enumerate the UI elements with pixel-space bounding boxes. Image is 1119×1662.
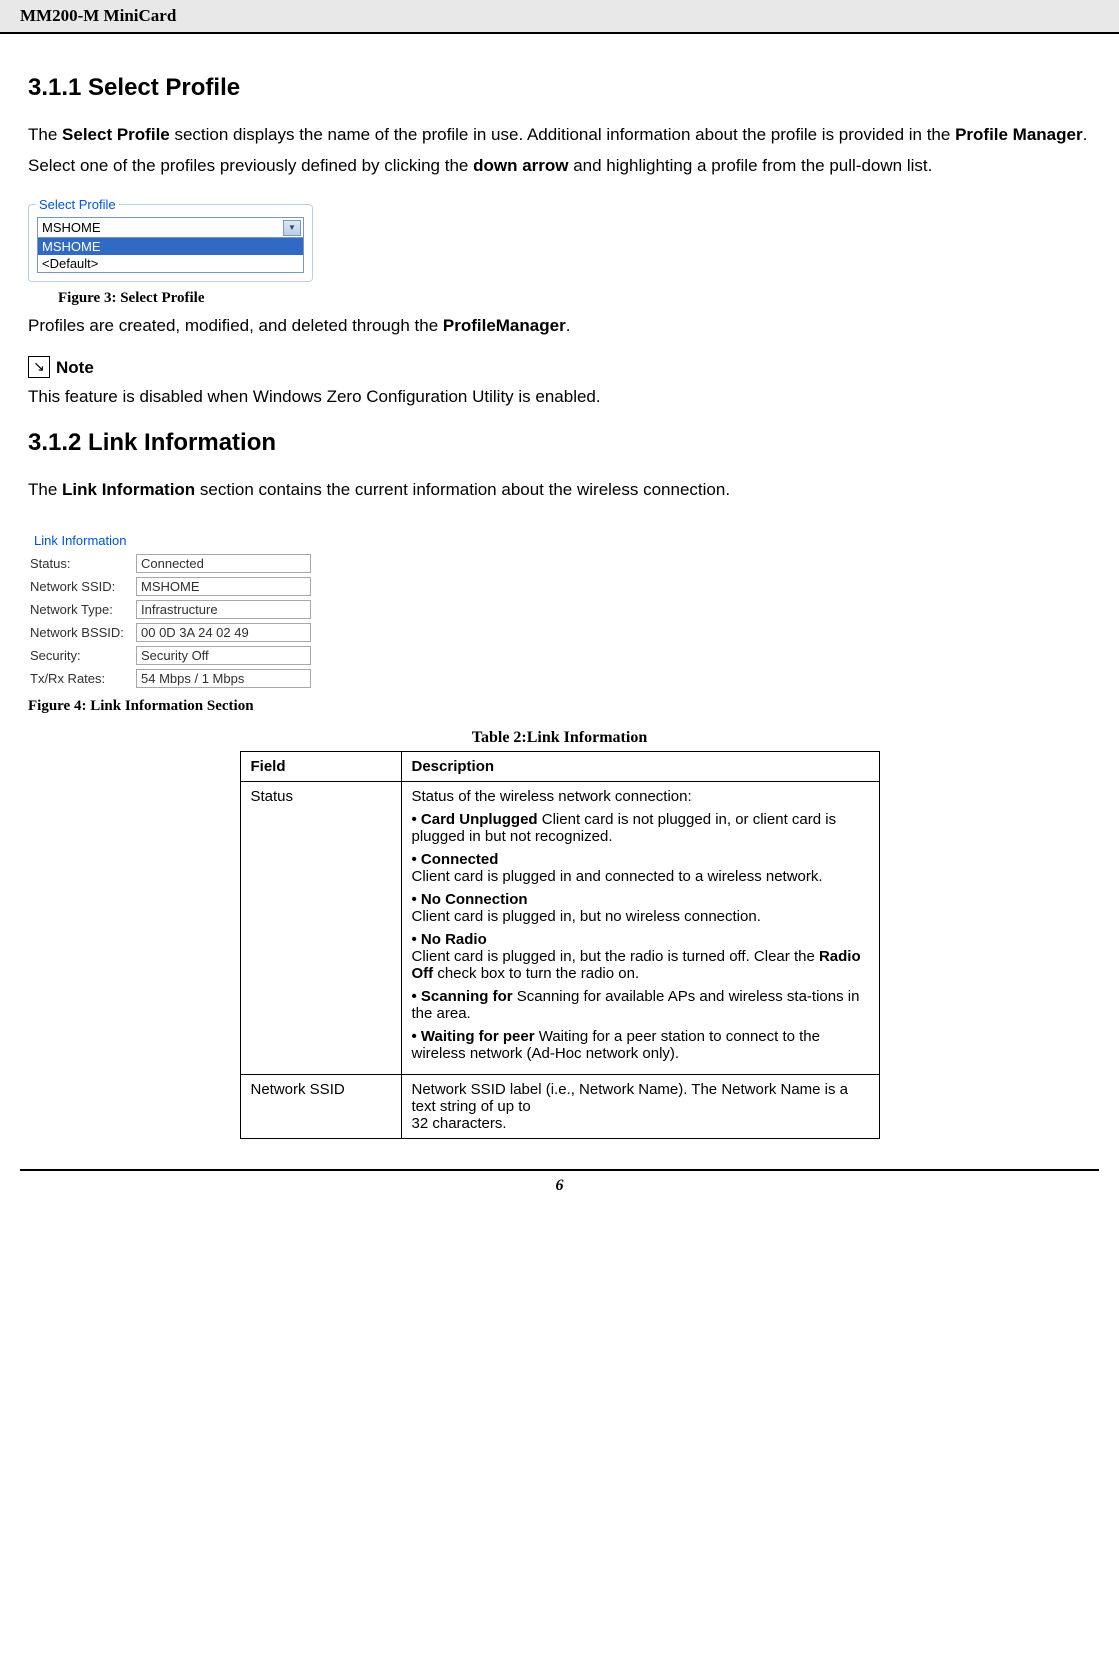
- section-311-para2: Select one of the profiles previously de…: [28, 155, 1091, 178]
- link-info-type-value: Infrastructure: [136, 600, 311, 619]
- figure-4-caption: Figure 4: Link Information Section: [28, 698, 1091, 715]
- profiles-manager-sentence: Profiles are created, modified, and dele…: [28, 315, 1091, 338]
- table-header-row: Field Description: [240, 751, 879, 781]
- link-info-status-label: Status:: [28, 554, 136, 573]
- select-profile-figure: Select Profile MSHOME ▼ MSHOME <Default>: [28, 188, 1091, 282]
- section-311-para1: The Select Profile section displays the …: [28, 124, 1091, 147]
- dropdown-selected-value: MSHOME: [42, 220, 101, 235]
- section-312-heading: 3.1.2 Link Information: [28, 429, 1091, 457]
- note-text: This feature is disabled when Windows Ze…: [28, 386, 1091, 409]
- dropdown-option-default[interactable]: <Default>: [38, 255, 303, 272]
- link-info-bssid-value: 00 0D 3A 24 02 49: [136, 623, 311, 642]
- page-content: 3.1.1 Select Profile The Select Profile …: [0, 34, 1119, 1139]
- link-info-rates-value: 54 Mbps / 1 Mbps: [136, 669, 311, 688]
- status-description-cell: Status of the wireless network connectio…: [401, 781, 879, 1074]
- link-info-security-value: Security Off: [136, 646, 311, 665]
- figure-3-caption: Figure 3: Select Profile: [58, 290, 1091, 307]
- link-information-table: Field Description Status Status of the w…: [240, 751, 880, 1139]
- note-arrow-icon: ↘: [28, 356, 50, 378]
- table-row-status: Status Status of the wireless network co…: [240, 781, 879, 1074]
- link-info-status-value: Connected: [136, 554, 311, 573]
- link-info-bssid-label: Network BSSID:: [28, 623, 136, 642]
- page-number: 6: [0, 1171, 1119, 1215]
- note-label: Note: [56, 358, 94, 378]
- dropdown-option-highlighted[interactable]: MSHOME: [38, 238, 303, 255]
- select-profile-group-label: Select Profile: [36, 197, 119, 212]
- note-row: ↘ Note: [28, 356, 1091, 378]
- document-header: MM200-M MiniCard: [0, 0, 1119, 34]
- link-information-figure: Link Information Status: Connected Netwo…: [28, 532, 318, 688]
- select-profile-dropdown[interactable]: MSHOME ▼ MSHOME <Default>: [37, 217, 304, 273]
- table-header-field: Field: [240, 751, 401, 781]
- table-header-description: Description: [401, 751, 879, 781]
- link-info-security-label: Security:: [28, 646, 136, 665]
- link-info-group-label: Link Information: [34, 533, 127, 548]
- table-row-network-ssid: Network SSID Network SSID label (i.e., N…: [240, 1074, 879, 1138]
- link-info-type-label: Network Type:: [28, 600, 136, 619]
- section-311-heading: 3.1.1 Select Profile: [28, 74, 1091, 102]
- link-info-ssid-label: Network SSID:: [28, 577, 136, 596]
- table-2-caption: Table 2:Link Information: [28, 729, 1091, 747]
- section-312-para1: The Link Information section contains th…: [28, 479, 1091, 502]
- link-info-ssid-value: MSHOME: [136, 577, 311, 596]
- status-field-cell: Status: [240, 781, 401, 1074]
- ssid-field-cell: Network SSID: [240, 1074, 401, 1138]
- header-title: MM200-M MiniCard: [20, 6, 176, 25]
- link-info-rates-label: Tx/Rx Rates:: [28, 669, 136, 688]
- ssid-description-cell: Network SSID label (i.e., Network Name).…: [401, 1074, 879, 1138]
- chevron-down-icon[interactable]: ▼: [283, 220, 301, 236]
